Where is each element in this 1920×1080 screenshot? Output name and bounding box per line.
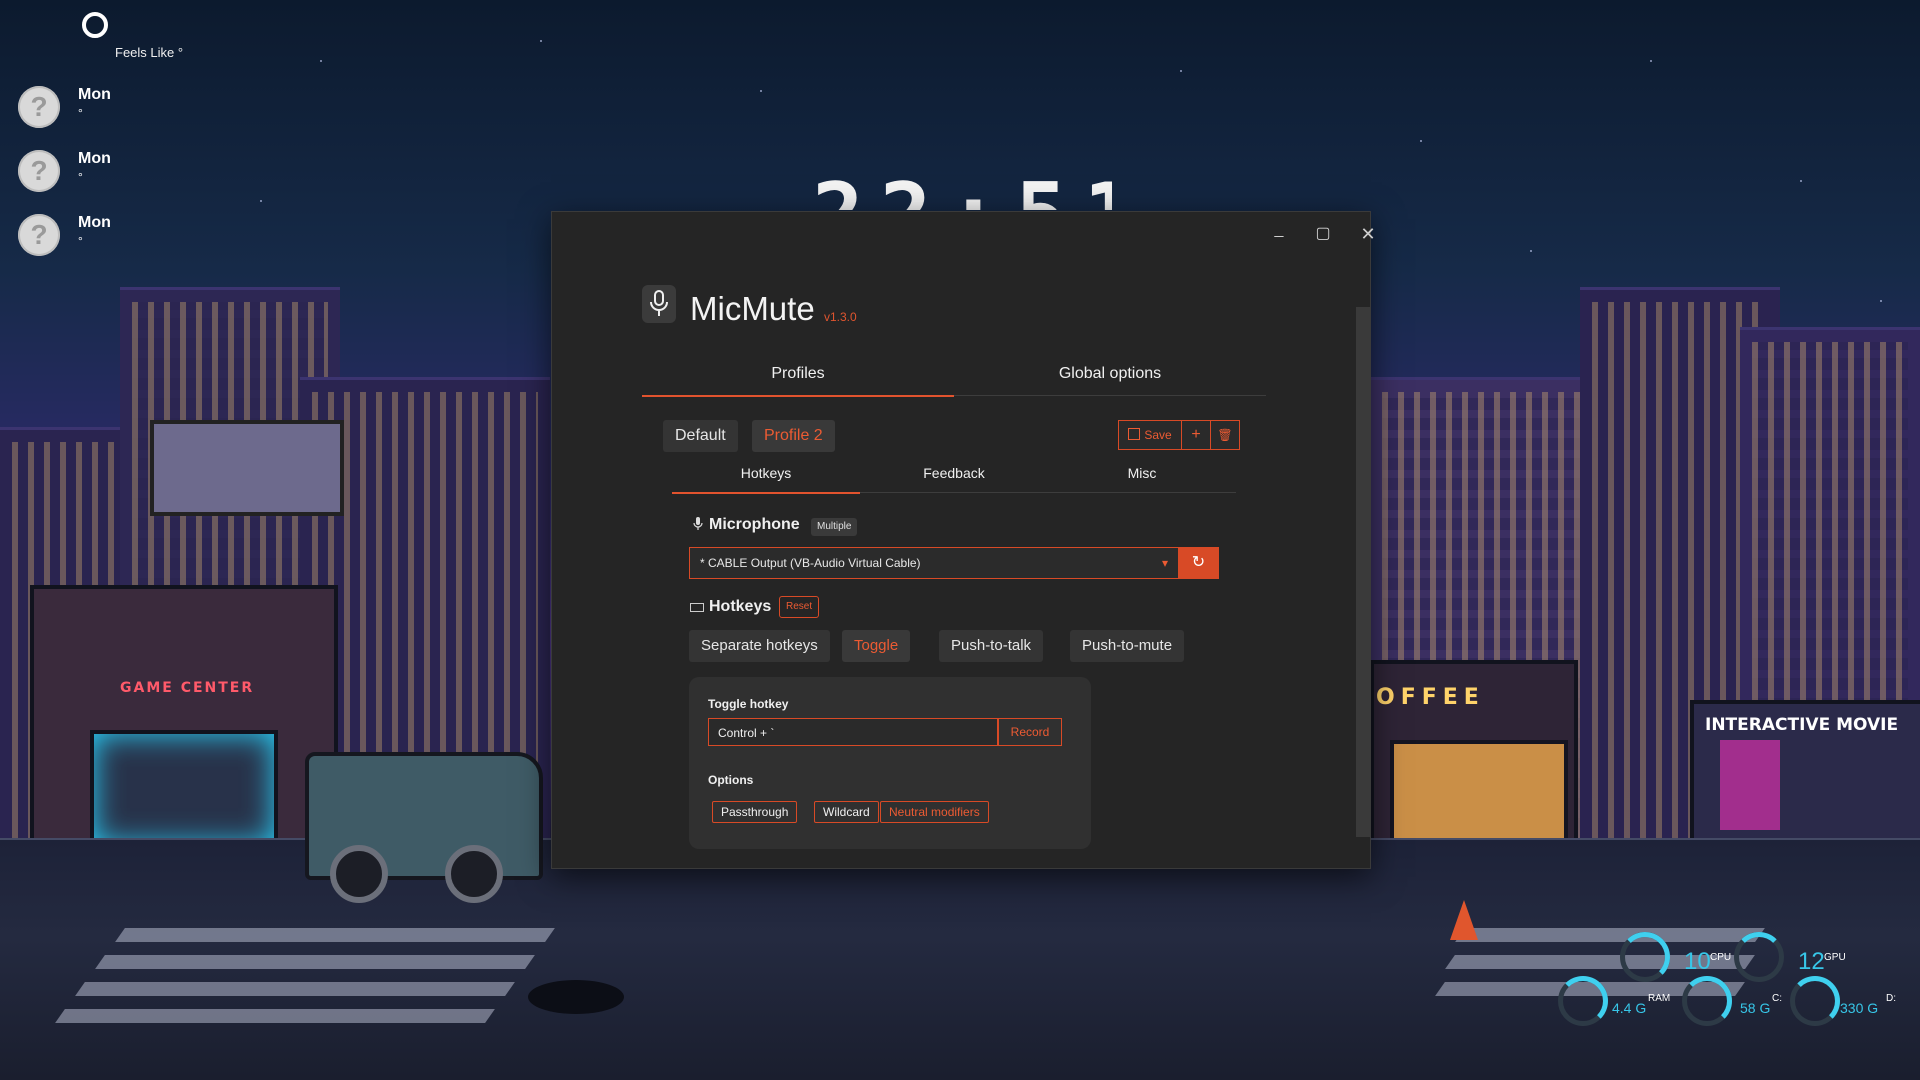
microphone-section-title: Microphone [709, 516, 800, 533]
forecast-row: ? Mon ° [18, 86, 218, 136]
ram-value: 4.4 G [1612, 1000, 1647, 1016]
tab-global-options[interactable]: Global options [954, 359, 1266, 395]
cpu-label: CPU [1710, 952, 1732, 963]
forecast-row: ? Mon ° [18, 214, 218, 264]
app-title: MicMute [690, 290, 815, 327]
main-tabs: Profiles Global options [642, 359, 1266, 397]
unknown-weather-icon: ? [18, 86, 60, 128]
d-drive-gauge [1790, 976, 1840, 1026]
coffee-sign: OFFEE [1376, 685, 1485, 710]
refresh-microphones-button[interactable]: ↻ [1178, 547, 1219, 579]
mode-toggle[interactable]: Toggle [842, 630, 911, 662]
gpu-label: GPU [1824, 952, 1846, 963]
weather-widget: Feels Like ° ? Mon ° ? Mon ° ? Mon ° [0, 0, 240, 270]
add-profile-button[interactable]: + [1182, 420, 1211, 450]
profile-default[interactable]: Default [663, 420, 738, 452]
cpu-gauge [1620, 932, 1670, 982]
micmute-window: _ ▢ ✕ MicMute v1.3.0 Profiles Global opt… [551, 211, 1376, 869]
save-icon [1128, 428, 1141, 440]
scrollbar[interactable] [1356, 307, 1370, 837]
c-drive-gauge [1682, 976, 1732, 1026]
multiple-badge: Multiple [811, 518, 858, 536]
mode-separate-hotkeys[interactable]: Separate hotkeys [689, 630, 830, 662]
save-label: Save [1144, 428, 1172, 442]
d-drive-label: D: [1886, 993, 1896, 1004]
option-passthrough[interactable]: Passthrough [712, 801, 798, 823]
options-label: Options [708, 773, 754, 787]
forecast-day: Mon [78, 150, 111, 167]
maximize-button[interactable]: ▢ [1303, 220, 1343, 248]
forecast-temp: ° [78, 170, 83, 184]
c-drive-value: 58 G [1740, 1000, 1771, 1016]
option-neutral-modifiers[interactable]: Neutral modifiers [880, 801, 989, 823]
feels-like-text: Feels Like ° [115, 45, 184, 60]
forecast-temp: ° [78, 106, 83, 120]
reset-button[interactable]: Reset [779, 596, 820, 618]
tab-feedback[interactable]: Feedback [860, 460, 1048, 492]
forecast-row: ? Mon ° [18, 150, 218, 200]
mode-push-to-mute[interactable]: Push-to-mute [1070, 630, 1185, 662]
forecast-day: Mon [78, 86, 111, 103]
gpu-value: 12 [1798, 948, 1825, 975]
keyboard-icon [690, 603, 704, 612]
option-wildcard[interactable]: Wildcard [814, 801, 879, 823]
game-center-sign: GAME CENTER [120, 680, 255, 696]
microphone-small-icon [693, 517, 703, 534]
microphone-icon [642, 285, 676, 323]
microphone-selected-value: * CABLE Output (VB-Audio Virtual Cable) [700, 556, 921, 570]
profile-actions: Save + 🗑 [1118, 420, 1240, 450]
save-profile-button[interactable]: Save [1118, 420, 1182, 450]
app-version: v1.3.0 [824, 310, 857, 324]
chevron-down-icon: ▾ [1161, 556, 1168, 570]
toggle-hotkey-field[interactable]: Control + ` [708, 718, 998, 746]
gpu-gauge [1734, 932, 1784, 982]
close-button[interactable]: ✕ [1348, 220, 1388, 248]
ram-gauge [1558, 976, 1608, 1026]
hotkeys-section-title: Hotkeys [709, 598, 772, 615]
unknown-weather-icon: ? [18, 150, 60, 192]
record-button[interactable]: Record [998, 718, 1062, 746]
profile-2[interactable]: Profile 2 [752, 420, 835, 452]
d-drive-value: 330 G [1840, 1000, 1879, 1016]
toggle-hotkey-label: Toggle hotkey [708, 697, 789, 711]
minimize-button[interactable]: _ [1259, 216, 1299, 244]
system-monitor-widget: 10 CPU 12 GPU 4.4 G RAM 58 G C: 330 G D: [1550, 930, 1920, 1040]
cpu-value: 10 [1684, 948, 1711, 975]
unknown-weather-icon: ? [18, 214, 60, 256]
interactive-movie-sign: INTERACTIVE MOVIE [1705, 715, 1899, 735]
weather-current-icon [82, 12, 108, 38]
tab-profiles[interactable]: Profiles [642, 359, 954, 397]
desktop-clock: 22:51 [812, 160, 1112, 210]
mode-push-to-talk[interactable]: Push-to-talk [939, 630, 1044, 662]
sub-tabs: Hotkeys Feedback Misc [672, 460, 1236, 494]
forecast-temp: ° [78, 234, 83, 248]
c-drive-label: C: [1772, 993, 1782, 1004]
delete-profile-button[interactable]: 🗑 [1211, 420, 1240, 450]
toggle-hotkey-card: Toggle hotkey Control + ` Record Options… [689, 677, 1091, 849]
tab-misc[interactable]: Misc [1048, 460, 1236, 492]
forecast-day: Mon [78, 214, 111, 231]
microphone-select[interactable]: * CABLE Output (VB-Audio Virtual Cable) … [689, 547, 1179, 579]
ram-label: RAM [1648, 993, 1671, 1004]
tab-hotkeys[interactable]: Hotkeys [672, 460, 860, 494]
